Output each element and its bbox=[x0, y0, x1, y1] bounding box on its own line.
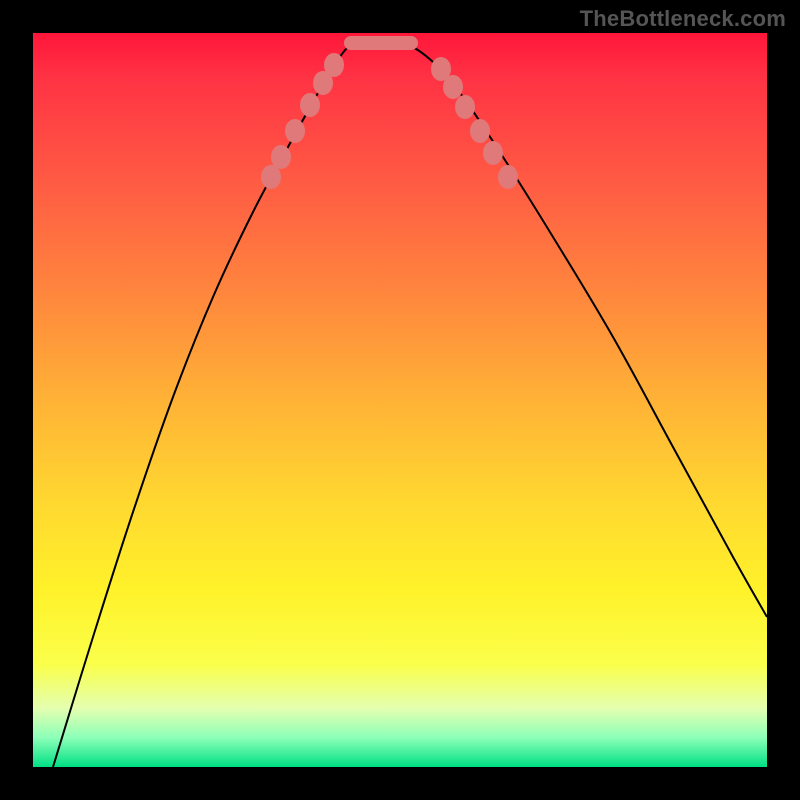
marker-dot bbox=[483, 141, 503, 165]
marker-dot bbox=[271, 145, 291, 169]
bottleneck-curve bbox=[53, 41, 767, 767]
chart-frame: TheBottleneck.com bbox=[0, 0, 800, 800]
watermark-label: TheBottleneck.com bbox=[580, 6, 786, 32]
marker-dot bbox=[324, 53, 344, 77]
marker-dot bbox=[455, 95, 475, 119]
marker-dot bbox=[261, 165, 281, 189]
marker-dot bbox=[443, 75, 463, 99]
marker-dot bbox=[498, 165, 518, 189]
marker-dot bbox=[470, 119, 490, 143]
plot-area bbox=[33, 33, 767, 767]
marker-dot bbox=[285, 119, 305, 143]
chart-svg bbox=[33, 33, 767, 767]
markers-right bbox=[431, 57, 518, 189]
marker-dot bbox=[300, 93, 320, 117]
